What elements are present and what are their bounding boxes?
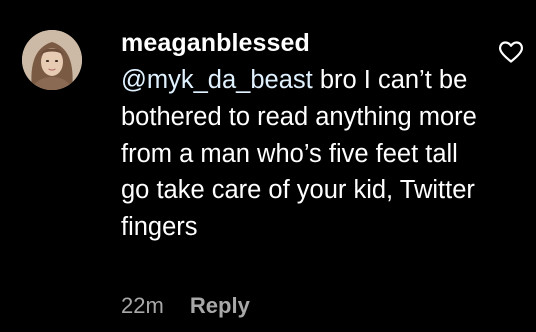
comment-meta: 22m Reply — [121, 291, 250, 321]
username[interactable]: meaganblessed — [121, 26, 491, 60]
comment-timestamp: 22m — [121, 293, 164, 318]
avatar[interactable] — [22, 30, 82, 90]
comment-body: meaganblessed @myk_da_beast bro I can’t … — [121, 26, 491, 246]
reply-button[interactable]: Reply — [190, 291, 250, 321]
comment: meaganblessed @myk_da_beast bro I can’t … — [0, 0, 536, 332]
like-button[interactable] — [498, 40, 524, 64]
comment-text: @myk_da_beast bro I can’t be bothered to… — [121, 62, 491, 246]
mention-link[interactable]: @myk_da_beast — [121, 66, 313, 94]
heart-outline-icon — [498, 41, 524, 63]
profile-photo-icon — [22, 30, 82, 90]
